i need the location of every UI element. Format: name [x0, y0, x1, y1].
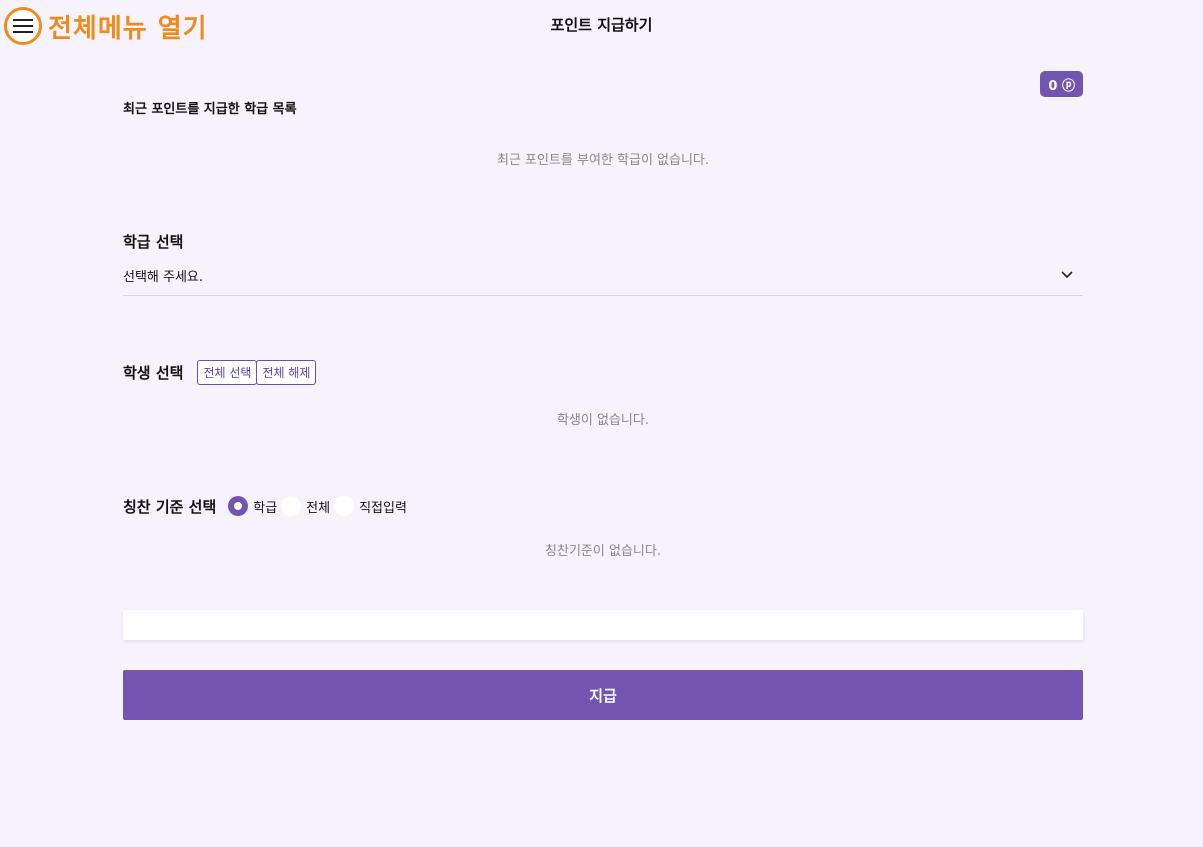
radio-unchecked-icon[interactable] — [334, 496, 355, 516]
submit-button[interactable]: 지급 — [123, 670, 1083, 720]
praise-option-label: 학급 — [253, 500, 278, 516]
recent-classes-title: 최근 포인트를 지급한 학급 목록 — [123, 102, 297, 117]
select-all-button[interactable]: 전체 선택 — [197, 360, 258, 385]
praise-option-all[interactable]: 전체 — [281, 496, 330, 516]
praise-option-custom[interactable]: 직접입력 — [334, 496, 407, 516]
students-empty: 학생이 없습니다. — [557, 413, 649, 428]
deselect-all-button[interactable]: 전체 해제 — [256, 360, 317, 385]
radio-unchecked-icon[interactable] — [281, 496, 302, 516]
praise-option-label: 전체 — [306, 500, 331, 516]
student-select-row: 학생 선택 전체 선택 전체 해제 — [123, 360, 317, 385]
student-select-label: 학생 선택 — [123, 364, 184, 382]
chevron-down-icon — [1061, 268, 1073, 283]
page-title: 포인트 지급하기 — [550, 16, 653, 34]
praise-option-label: 직접입력 — [359, 500, 407, 516]
recent-classes-empty: 최근 포인트를 부여한 학급이 없습니다. — [496, 153, 710, 168]
praise-criteria-empty: 칭찬기준이 없습니다. — [545, 544, 661, 559]
class-select-dropdown[interactable]: 선택해 주세요. — [123, 256, 1083, 296]
point-balance-badge: 0 ⓟ — [1040, 71, 1083, 97]
radio-checked-icon[interactable] — [228, 496, 249, 516]
praise-criteria-row: 칭찬 기준 선택 학급 전체 직접입력 — [123, 494, 411, 518]
comment-input[interactable] — [123, 610, 1083, 640]
praise-option-class[interactable]: 학급 — [228, 496, 277, 516]
class-select-value: 선택해 주세요. — [123, 270, 204, 285]
praise-criteria-label: 칭찬 기준 선택 — [123, 497, 217, 516]
class-select-label: 학급 선택 — [123, 233, 184, 251]
